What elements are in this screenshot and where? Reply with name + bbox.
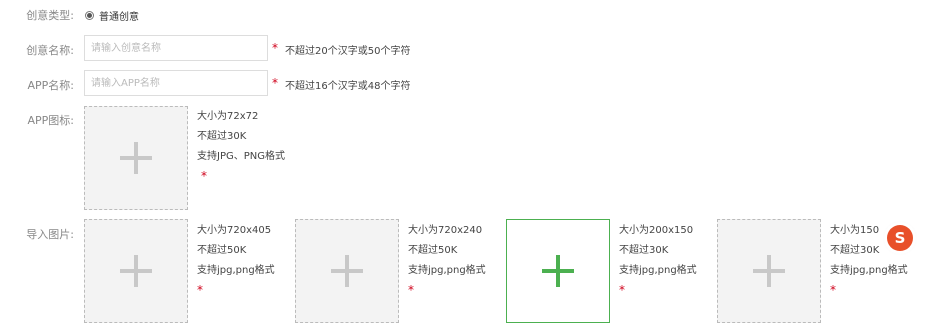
required-asterisk: * (830, 283, 836, 297)
size-spec: 大小为720x405 (197, 225, 272, 236)
filesize-spec: 不超过30K (197, 131, 247, 142)
sogou-ime-icon[interactable]: S (887, 225, 913, 251)
plus-icon (542, 255, 574, 287)
radio-normal-creative-label: 普通创意 (99, 12, 139, 23)
app-icon-label: APP图标: (27, 114, 75, 127)
image-upload-slot-2[interactable] (295, 219, 399, 323)
format-spec: 支持jpg,png格式 (619, 265, 697, 276)
required-asterisk: * (197, 283, 203, 297)
creative-name-hint: 不超过20个汉字或50个字符 (285, 46, 411, 57)
size-spec: 大小为200x150 (619, 225, 694, 236)
creative-name-label: 创意名称: (26, 44, 74, 57)
plus-icon (753, 255, 785, 287)
filesize-spec: 不超过50K (197, 245, 247, 256)
plus-icon (120, 142, 152, 174)
radio-button[interactable] (85, 11, 94, 20)
plus-icon (331, 255, 363, 287)
size-spec: 大小为720x240 (408, 225, 483, 236)
app-icon-specs: 大小为72x72 不超过30K 支持JPG、PNG格式 * (197, 107, 285, 185)
creative-type-label: 创意类型: (26, 9, 74, 22)
format-spec: 支持jpg,png格式 (197, 265, 275, 276)
required-asterisk: * (201, 169, 207, 183)
image-slot-3-specs: 大小为200x150 不超过30K 支持jpg,png格式 * (619, 221, 697, 299)
app-icon-upload[interactable] (84, 106, 188, 210)
format-spec: 支持JPG、PNG格式 (197, 151, 285, 162)
image-slot-2-specs: 大小为720x240 不超过50K 支持jpg,png格式 * (408, 221, 486, 299)
filesize-spec: 不超过30K (619, 245, 669, 256)
creative-name-input[interactable] (84, 35, 268, 61)
image-upload-slot-1[interactable] (84, 219, 188, 323)
required-asterisk: * (408, 283, 414, 297)
plus-icon (120, 255, 152, 287)
size-spec: 大小为72x72 (197, 111, 259, 122)
required-asterisk: * (619, 283, 625, 297)
app-name-label: APP名称: (27, 79, 75, 92)
app-name-hint: 不超过16个汉字或48个字符 (285, 81, 411, 92)
app-name-input[interactable] (84, 70, 268, 96)
radio-normal-creative[interactable]: 普通创意 (85, 8, 139, 23)
filesize-spec: 不超过30K (830, 245, 880, 256)
image-upload-slot-4[interactable] (717, 219, 821, 323)
import-images-label: 导入图片: (26, 228, 74, 241)
required-asterisk: * (272, 76, 278, 90)
filesize-spec: 不超过50K (408, 245, 458, 256)
format-spec: 支持jpg,png格式 (408, 265, 486, 276)
image-slot-1-specs: 大小为720x405 不超过50K 支持jpg,png格式 * (197, 221, 275, 299)
format-spec: 支持jpg,png格式 (830, 265, 908, 276)
image-upload-slot-3[interactable] (506, 219, 610, 323)
image-slot-4-specs: 大小为150 不超过30K 支持jpg,png格式 * (830, 221, 927, 299)
required-asterisk: * (272, 41, 278, 55)
